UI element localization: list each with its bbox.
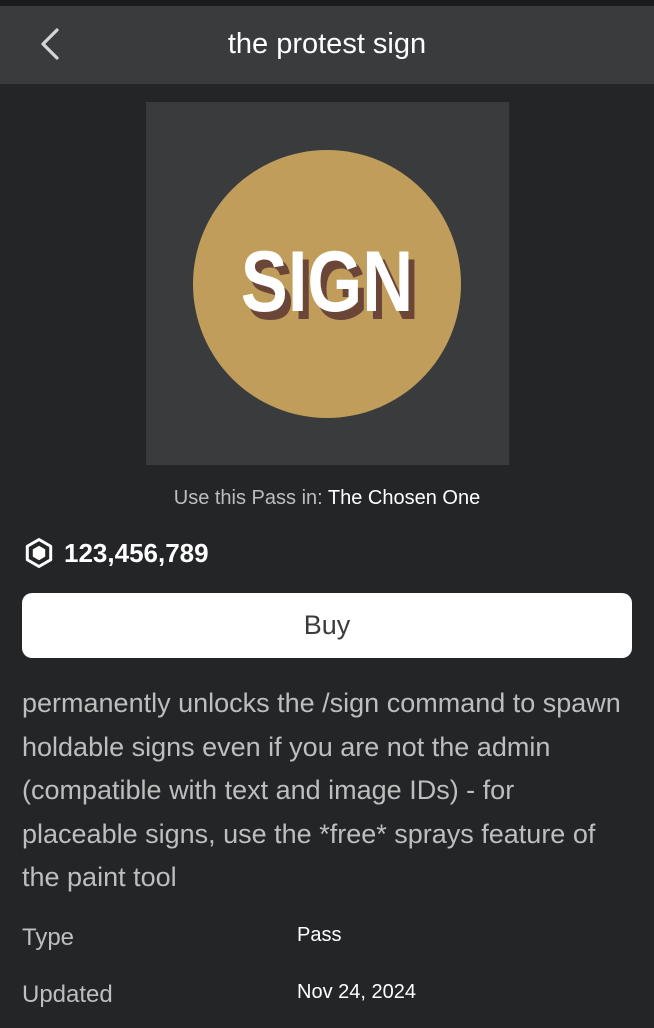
detail-updated-label: Updated <box>22 981 113 1008</box>
price-row: 123,456,789 <box>24 535 209 571</box>
use-pass-in-label: Use this Pass in: <box>173 487 323 509</box>
game-link[interactable]: The Chosen One <box>328 487 480 509</box>
detail-updated-value: Nov 24, 2024 <box>297 981 416 1003</box>
price-value: 123,456,789 <box>64 537 209 568</box>
detail-type-value: Pass <box>297 924 342 946</box>
badge-text: SIGN <box>241 233 413 329</box>
robux-icon <box>25 538 53 568</box>
sign-badge-image: SIGN SIGN <box>193 150 461 418</box>
pass-thumbnail: SIGN SIGN <box>146 102 509 465</box>
pass-description: permanently unlocks the /sign command to… <box>22 688 621 892</box>
buy-button[interactable]: Buy <box>22 593 632 658</box>
detail-type-label: Type <box>22 924 75 951</box>
use-pass-in-line: Use this Pass in: The Chosen One <box>0 487 654 510</box>
page-title: the protest sign <box>227 28 427 60</box>
top-app-bar: the protest sign <box>0 6 654 84</box>
